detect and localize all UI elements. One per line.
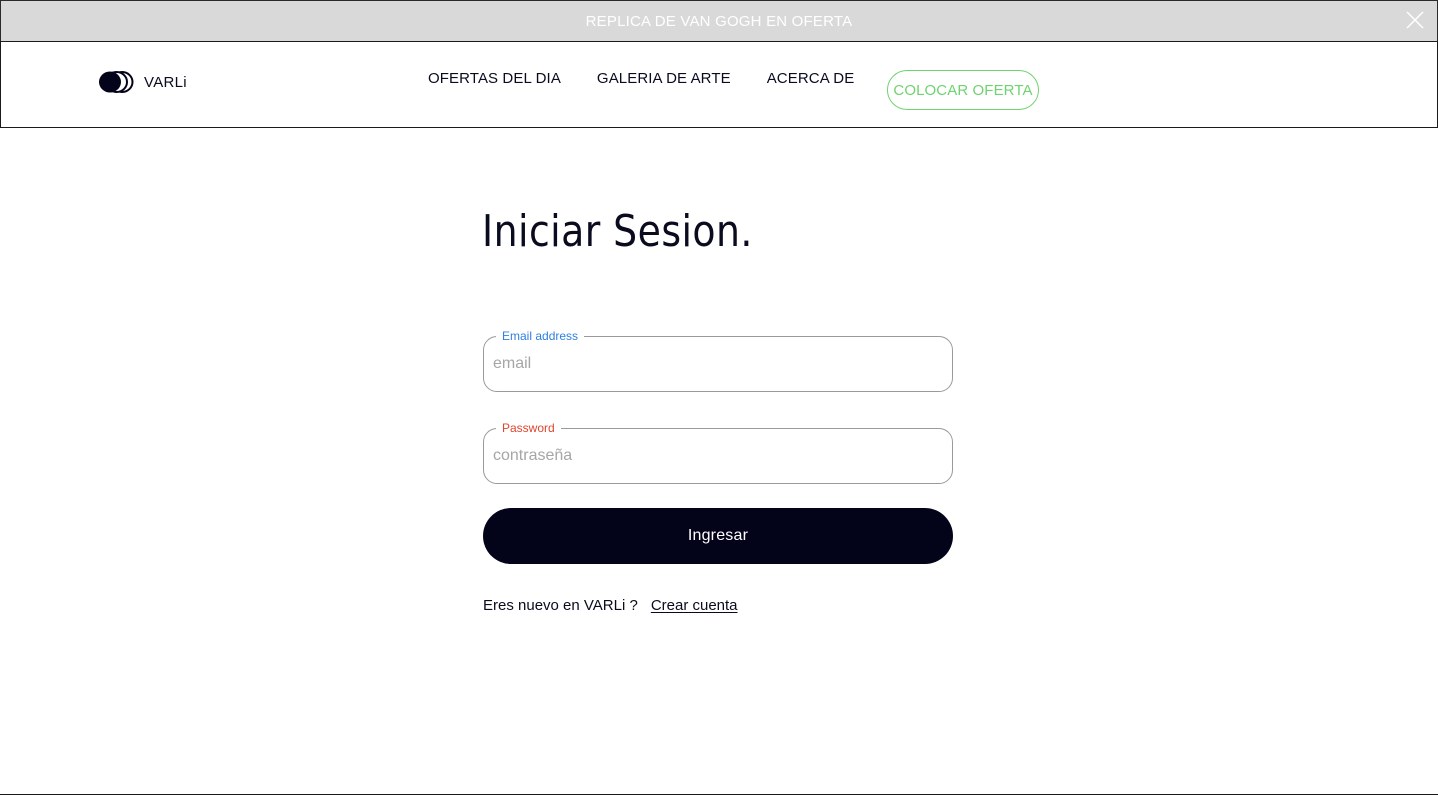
promo-banner: REPLICA DE VAN GOGH EN OFERTA [0,0,1438,42]
promo-text: REPLICA DE VAN GOGH EN OFERTA [585,13,853,30]
main-nav: OFERTAS DEL DIA GALERIA DE ARTE ACERCA D… [428,70,854,87]
email-input[interactable] [493,337,933,391]
nav-link-gallery[interactable]: GALERIA DE ARTE [597,70,731,87]
password-field: Password [483,420,953,484]
varli-logo-icon [99,71,134,93]
create-account-link[interactable]: Crear cuenta [651,597,738,614]
signup-prompt: Eres nuevo en VARLi ? [483,597,638,614]
nav-link-about[interactable]: ACERCA DE [767,70,855,87]
password-input[interactable] [493,429,933,483]
page-title: Iniciar Sesion. [482,206,753,257]
email-field: Email address [483,328,953,392]
nav-link-deals[interactable]: OFERTAS DEL DIA [428,70,561,87]
place-offer-button[interactable]: COLOCAR OFERTA [887,70,1039,110]
login-submit-button[interactable]: Ingresar [483,508,953,564]
signup-row: Eres nuevo en VARLi ? Crear cuenta [483,597,738,614]
site-header: VARLi OFERTAS DEL DIA GALERIA DE ARTE AC… [0,41,1438,128]
close-icon[interactable] [1406,11,1424,29]
brand-home-link[interactable]: VARLi [98,69,187,95]
brand-name: VARLi [144,73,187,91]
